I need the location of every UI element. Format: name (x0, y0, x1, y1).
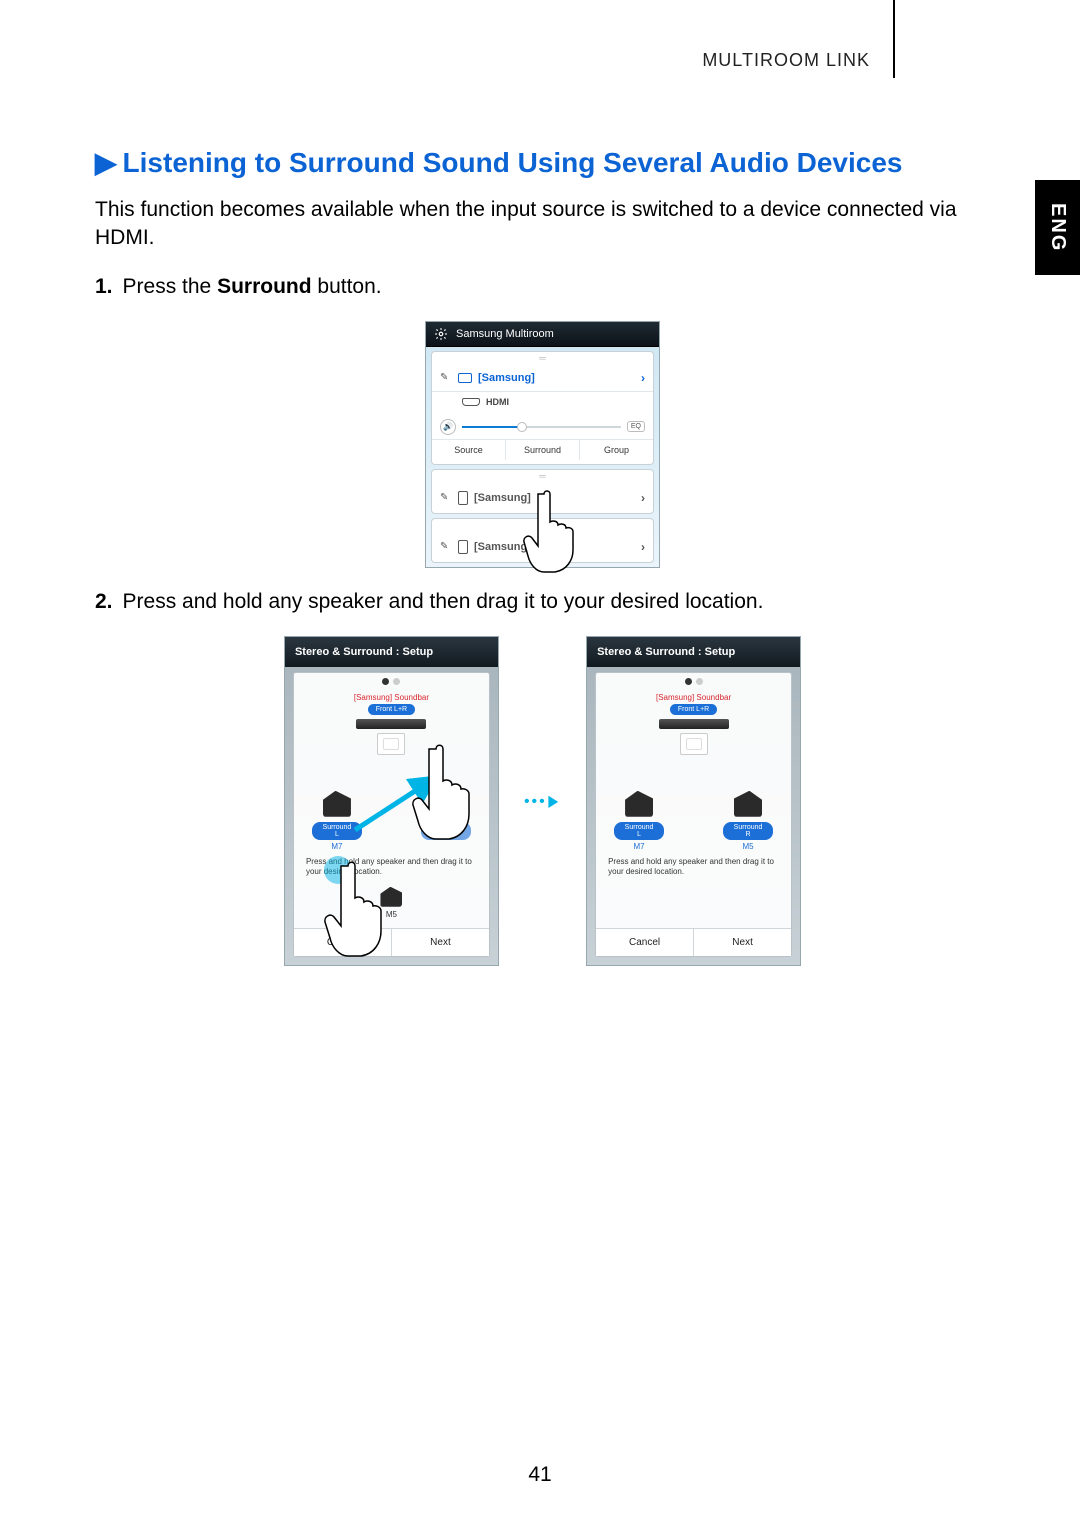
chevron-right-icon[interactable]: › (641, 371, 645, 385)
front-pill: Front L+R (670, 704, 717, 715)
device-card-3: ═ ✎ [Samsung] M5 › (431, 518, 654, 563)
step-2-number: 2. (95, 590, 113, 614)
page-number: 41 (0, 1463, 1080, 1487)
card-buttons: Source Surround Group (432, 439, 653, 460)
edit-icon[interactable]: ✎ (440, 541, 452, 552)
page-dots (294, 673, 489, 691)
step-1-text-a: Press the (123, 275, 218, 298)
hdmi-label: HDMI (486, 397, 509, 407)
step-1-text-bold: Surround (217, 275, 312, 298)
speaker-shape-icon (734, 791, 762, 817)
phone-screenshot-2: Stereo & Surround : Setup [Samsung] Soun… (284, 636, 499, 966)
chevron-right-icon[interactable]: › (641, 491, 645, 505)
setup-title: Stereo & Surround : Setup (587, 637, 800, 667)
header-rule (893, 0, 895, 78)
play-arrow-icon: ▶ (95, 145, 117, 180)
device-1-name: [Samsung] (478, 372, 635, 384)
tv-icon (458, 373, 472, 383)
volume-icon[interactable]: 🔊 (440, 419, 456, 435)
intro-paragraph: This function becomes available when the… (95, 196, 990, 253)
setup-title: Stereo & Surround : Setup (285, 637, 498, 667)
section-title-text: Listening to Surround Sound Using Severa… (123, 145, 990, 180)
next-button[interactable]: Next (694, 929, 791, 956)
eq-button[interactable]: EQ (627, 421, 645, 432)
soundbar-slot: [Samsung] Soundbar Front L+R (596, 691, 791, 761)
figure-2: Stereo & Surround : Setup [Samsung] Soun… (95, 636, 990, 966)
source-button[interactable]: Source (432, 440, 506, 460)
step-2: 2. Press and hold any speaker and then d… (95, 590, 990, 614)
soundbar-icon (659, 719, 729, 729)
drag-handle-icon[interactable]: ═ (432, 352, 653, 365)
volume-slider[interactable] (462, 426, 621, 428)
front-pill: Front L+R (368, 704, 415, 715)
language-tab: ENG (1035, 180, 1080, 275)
header-section-label: MULTIROOM LINK (702, 50, 870, 71)
drag-handle-icon[interactable]: ═ (432, 519, 653, 532)
section-title: ▶ Listening to Surround Sound Using Seve… (95, 145, 990, 180)
speaker-icon (458, 540, 468, 554)
hdmi-icon (462, 398, 480, 406)
device-card-2: ═ ✎ [Samsung] › (431, 469, 654, 514)
gear-icon[interactable] (434, 327, 448, 341)
hdmi-row: HDMI (432, 392, 653, 415)
volume-row: 🔊 EQ (432, 415, 653, 439)
edit-icon[interactable]: ✎ (440, 492, 452, 503)
group-button[interactable]: Group (580, 440, 653, 460)
language-text: ENG (1046, 203, 1069, 252)
chevron-right-icon[interactable]: › (641, 540, 645, 554)
surround-left-slot[interactable]: Surround L M7 (614, 791, 664, 851)
surround-r-name: M5 (723, 842, 773, 851)
drag-hand-icon (408, 735, 480, 850)
cancel-button[interactable]: Cancel (596, 929, 694, 956)
step-1: 1. Press the Surround button. (95, 275, 990, 299)
step-1-number: 1. (95, 275, 113, 299)
surround-l-name: M7 (614, 842, 664, 851)
next-button[interactable]: Next (392, 929, 489, 956)
setup-hint: Press and hold any speaker and then drag… (596, 853, 791, 877)
step-2-text: Press and hold any speaker and then drag… (123, 590, 764, 614)
listener-icon (377, 733, 405, 755)
device-2-name: [Samsung] (474, 492, 635, 504)
figure-1: Samsung Multiroom ═ ✎ [Samsung] › HDMI 🔊 (95, 321, 990, 568)
speaker-icon (458, 491, 468, 505)
phone-screenshot-1: Samsung Multiroom ═ ✎ [Samsung] › HDMI 🔊 (425, 321, 660, 568)
surround-right-slot[interactable]: Surround R M5 (723, 791, 773, 851)
surround-r-pill: Surround R (723, 822, 773, 840)
soundbar-label: [Samsung] Soundbar (294, 693, 489, 702)
step-1-text-c: button. (312, 275, 382, 298)
speaker-shape-icon (625, 791, 653, 817)
device-row-2[interactable]: ✎ [Samsung] › (432, 483, 653, 513)
edit-icon[interactable]: ✎ (440, 372, 452, 383)
surround-l-pill: Surround L (614, 822, 664, 840)
device-row-3[interactable]: ✎ [Samsung] M5 › (432, 532, 653, 562)
drag-handle-icon[interactable]: ═ (432, 470, 653, 483)
surround-l-name: M7 (312, 842, 362, 851)
soundbar-label: [Samsung] Soundbar (596, 693, 791, 702)
surround-button[interactable]: Surround (506, 440, 580, 460)
device-row-1[interactable]: ✎ [Samsung] › (432, 365, 653, 392)
tap-hand-icon (320, 852, 390, 962)
device-card-1: ═ ✎ [Samsung] › HDMI 🔊 E (431, 351, 654, 465)
app-title: Samsung Multiroom (456, 328, 554, 340)
step-1-text: Press the Surround button. (123, 275, 382, 299)
page-dots (596, 673, 791, 691)
transition-arrow-icon: •••▶ (524, 791, 561, 811)
app-titlebar: Samsung Multiroom (426, 322, 659, 347)
volume-thumb[interactable] (517, 422, 527, 432)
listener-icon (680, 733, 708, 755)
device-3-name: [Samsung] M5 (474, 541, 635, 553)
phone-screenshot-3: Stereo & Surround : Setup [Samsung] Soun… (586, 636, 801, 966)
soundbar-icon (356, 719, 426, 729)
